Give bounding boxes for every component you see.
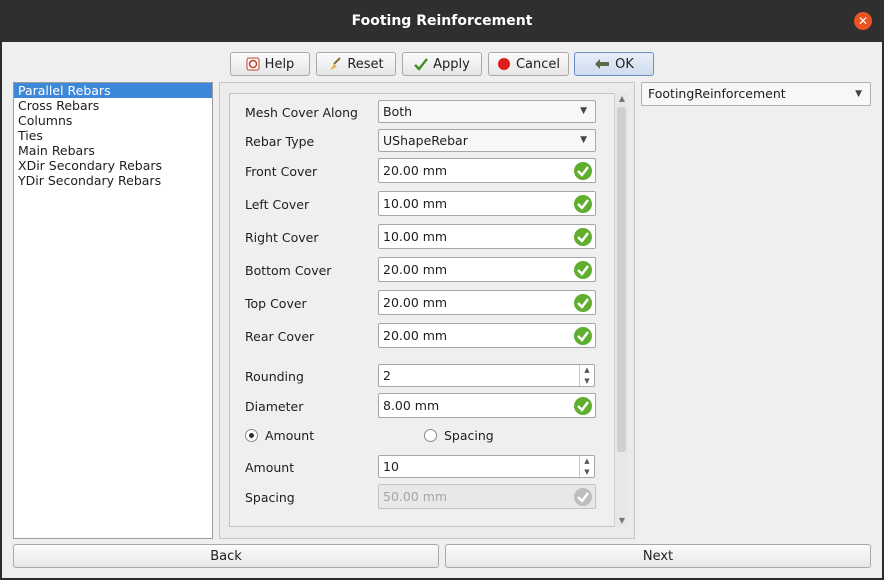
scrollbar-thumb[interactable] [617,107,626,452]
chevron-down-icon: ▼ [580,106,587,116]
ok-button[interactable]: OK [574,52,654,76]
bottom-cover-label: Bottom Cover [245,263,332,278]
dialog-body: Help Reset Apply Cancel OK Parallel Reba… [2,42,882,578]
footing-object-value: FootingReinforcement [648,86,786,101]
mesh-cover-along-value: Both [383,104,413,119]
diameter-input[interactable]: 8.00 mm [378,393,596,418]
list-item-columns[interactable]: Columns [14,113,212,128]
spacing-radio[interactable]: Spacing [424,428,494,443]
front-cover-input[interactable]: 20.00 mm [378,158,596,183]
window-title: Footing Reinforcement [351,13,533,29]
list-item-parallel-rebars[interactable]: Parallel Rebars [14,83,212,98]
list-item-xdir-secondary-rebars[interactable]: XDir Secondary Rebars [14,158,212,173]
back-label: Back [210,548,242,564]
amount-radio-label: Amount [265,428,315,443]
vertical-scrollbar[interactable]: ▲ ▼ [614,93,628,527]
front-cover-label: Front Cover [245,164,318,179]
mesh-cover-along-label: Mesh Cover Along [245,105,358,120]
right-cover-label: Right Cover [245,230,319,245]
rear-cover-input[interactable]: 20.00 mm [378,323,596,348]
valid-check-icon [574,397,592,415]
next-label: Next [642,548,674,564]
chevron-down-icon: ▼ [855,89,862,99]
amount-label: Amount [245,460,295,475]
valid-check-icon [574,327,592,345]
apply-button[interactable]: Apply [402,52,482,76]
top-cover-label: Top Cover [245,296,307,311]
rear-cover-value: 20.00 mm [383,328,448,343]
title-bar: Footing Reinforcement ✕ [0,0,884,42]
top-cover-value: 20.00 mm [383,295,448,310]
radio-selected-icon [245,429,258,442]
cancel-label: Cancel [515,56,561,72]
chevron-down-icon: ▼ [580,135,587,145]
rounding-label: Rounding [245,369,304,384]
rounding-stepper[interactable]: ▲ ▼ [579,365,594,388]
valid-check-icon [574,294,592,312]
rebar-type-label: Rebar Type [245,134,315,149]
right-cover-input[interactable]: 10.00 mm [378,224,596,249]
spacing-input: 50.00 mm [378,484,596,509]
valid-check-icon [574,261,592,279]
right-cover-value: 10.00 mm [383,229,448,244]
apply-label: Apply [433,56,470,72]
spacing-value: 50.00 mm [383,489,448,504]
reset-button[interactable]: Reset [316,52,396,76]
amount-spinbox[interactable]: 10 ▲ ▼ [378,455,595,479]
ok-icon [594,57,610,71]
scroll-down-icon[interactable]: ▼ [615,515,629,527]
parameters-panel: Mesh Cover Along Both ▼ Rebar Type UShap… [219,82,635,539]
arrow-down-icon[interactable]: ▼ [580,467,594,478]
left-cover-input[interactable]: 10.00 mm [378,191,596,216]
rebar-type-value: UShapeRebar [383,133,468,148]
diameter-label: Diameter [245,399,304,414]
back-button[interactable]: Back [13,544,439,568]
list-item-cross-rebars[interactable]: Cross Rebars [14,98,212,113]
valid-check-icon [574,488,592,506]
reset-label: Reset [347,56,384,72]
close-icon: ✕ [857,14,869,28]
valid-check-icon [574,228,592,246]
left-cover-value: 10.00 mm [383,196,448,211]
rounding-spinbox[interactable]: 2 ▲ ▼ [378,364,595,388]
arrow-up-icon[interactable]: ▲ [580,456,594,467]
list-item-ties[interactable]: Ties [14,128,212,143]
mesh-cover-along-select[interactable]: Both ▼ [378,100,596,123]
arrow-up-icon[interactable]: ▲ [580,365,594,376]
list-item-ydir-secondary-rebars[interactable]: YDir Secondary Rebars [14,173,212,188]
left-cover-label: Left Cover [245,197,310,212]
close-button[interactable]: ✕ [854,12,872,30]
help-label: Help [264,56,295,72]
help-icon [246,57,260,71]
spacing-label: Spacing [245,490,295,505]
parameters-form: Mesh Cover Along Both ▼ Rebar Type UShap… [229,93,615,527]
valid-check-icon [574,195,592,213]
list-item-main-rebars[interactable]: Main Rebars [14,143,212,158]
radio-unselected-icon [424,429,437,442]
amount-radio[interactable]: Amount [245,428,314,443]
valid-check-icon [574,162,592,180]
rear-cover-label: Rear Cover [245,329,315,344]
amount-value: 10 [383,459,399,474]
front-cover-value: 20.00 mm [383,163,448,178]
next-button[interactable]: Next [445,544,871,568]
broom-icon [328,57,342,71]
scroll-up-icon[interactable]: ▲ [615,93,629,105]
arrow-down-icon[interactable]: ▼ [580,376,594,387]
rebar-type-list: Parallel Rebars Cross Rebars Columns Tie… [13,82,213,539]
cancel-icon [497,57,511,71]
ok-label: OK [615,56,634,72]
bottom-cover-input[interactable]: 20.00 mm [378,257,596,282]
spacing-radio-label: Spacing [444,428,494,443]
rebar-type-select[interactable]: UShapeRebar ▼ [378,129,596,152]
checkmark-icon [414,57,429,71]
diameter-value: 8.00 mm [383,398,440,413]
footing-object-select[interactable]: FootingReinforcement ▼ [641,82,871,106]
help-button[interactable]: Help [230,52,310,76]
bottom-cover-value: 20.00 mm [383,262,448,277]
top-cover-input[interactable]: 20.00 mm [378,290,596,315]
amount-stepper[interactable]: ▲ ▼ [579,456,594,479]
cancel-button[interactable]: Cancel [488,52,569,76]
rounding-value: 2 [383,368,391,383]
